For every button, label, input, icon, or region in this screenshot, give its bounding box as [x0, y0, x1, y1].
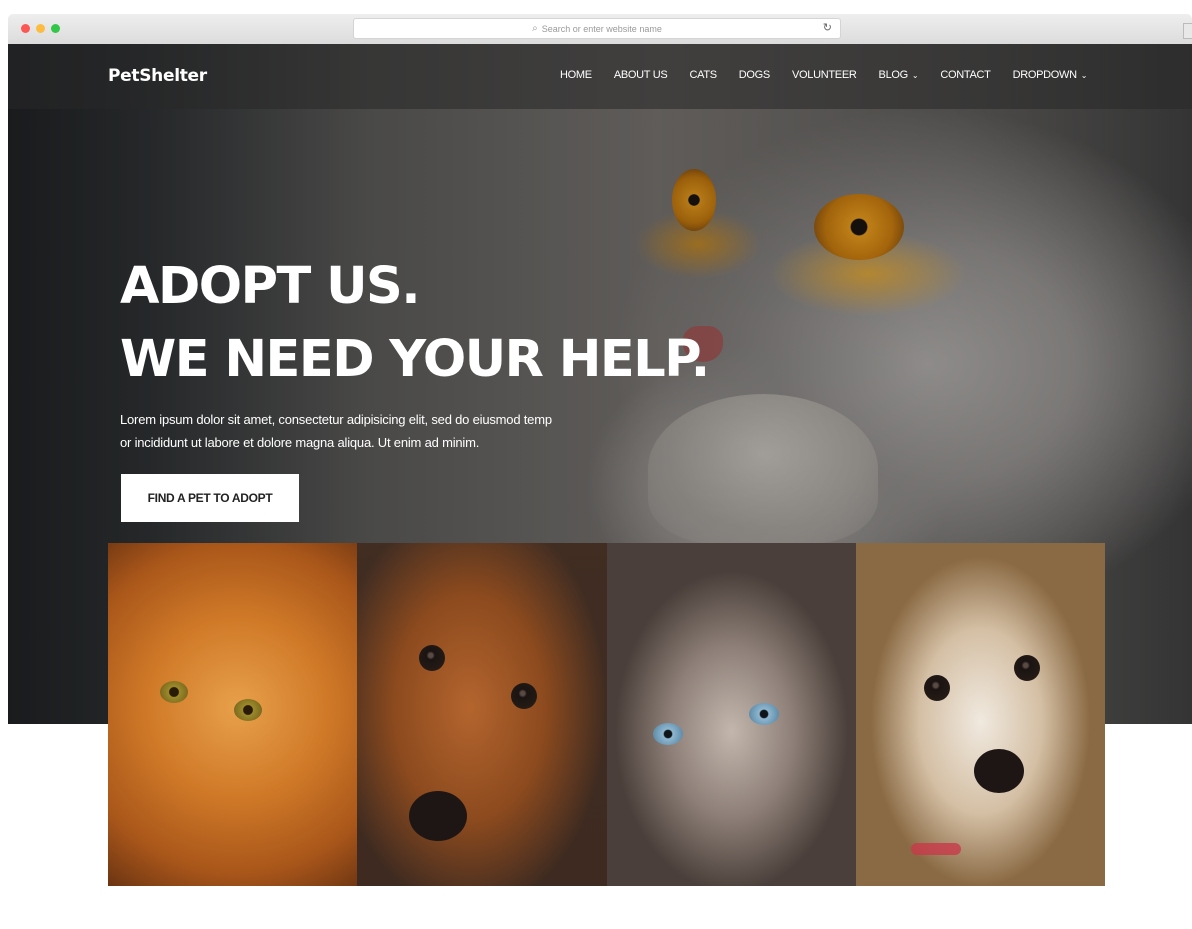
- hero-title-line-1: ADOPT US.: [120, 257, 421, 316]
- nav-contact-label: CONTACT: [940, 69, 991, 81]
- chevron-down-icon: ⌄: [1080, 71, 1088, 80]
- search-icon: ⌕: [532, 23, 538, 34]
- pet-eye: [652, 723, 683, 745]
- hero-title: ADOPT US. WE NEED YOUR HELP.: [120, 250, 710, 396]
- maximize-window-button[interactable]: [51, 24, 60, 33]
- sidebar-toggle[interactable]: [1183, 23, 1192, 39]
- site-logo[interactable]: PetShelter: [108, 66, 207, 86]
- nav-home[interactable]: HOME: [560, 69, 592, 81]
- address-bar-placeholder: Search or enter website name: [541, 23, 662, 34]
- hero-description: Lorem ipsum dolor sit amet, consectetur …: [120, 408, 620, 454]
- orange-cat-photo[interactable]: [108, 543, 358, 886]
- pet-gallery: [108, 543, 1105, 886]
- nav-cats-label: CATS: [689, 69, 717, 81]
- pet-eye: [923, 675, 950, 701]
- pet-eye: [160, 681, 188, 703]
- site-navbar: PetShelter HOME ABOUT US CATS DOGS VOLUN…: [8, 44, 1192, 109]
- chevron-down-icon: ⌄: [911, 71, 919, 80]
- nav-volunteer[interactable]: VOLUNTEER: [792, 69, 857, 81]
- shih-tzu-puppy-photo[interactable]: [855, 543, 1105, 886]
- browser-toolbar: ⌕ Search or enter website name ↻: [8, 14, 1192, 45]
- nav-blog[interactable]: BLOG ⌄: [879, 69, 919, 81]
- pet-eye: [419, 645, 446, 671]
- persian-cat-photo[interactable]: [606, 543, 856, 886]
- pet-nose: [409, 791, 468, 841]
- close-window-button[interactable]: [21, 24, 30, 33]
- nav-home-label: HOME: [560, 69, 592, 81]
- nav-contact[interactable]: CONTACT: [940, 69, 991, 81]
- nav-cats[interactable]: CATS: [689, 69, 717, 81]
- dachshund-photo[interactable]: [357, 543, 607, 886]
- nav-about-us[interactable]: ABOUT US: [614, 69, 668, 81]
- nav-dropdown-label: DROPDOWN: [1012, 69, 1078, 81]
- nav-dogs-label: DOGS: [738, 69, 771, 81]
- pet-nose: [973, 749, 1024, 793]
- nav-blog-label: BLOG: [878, 69, 909, 81]
- hero-description-line-2: or incididunt ut labore et dolore magna …: [120, 435, 480, 450]
- nav-dogs[interactable]: DOGS: [738, 69, 771, 81]
- address-bar[interactable]: ⌕ Search or enter website name ↻: [353, 18, 841, 39]
- nav-volunteer-label: VOLUNTEER: [791, 69, 857, 81]
- minimize-window-button[interactable]: [36, 24, 45, 33]
- nav-dropdown[interactable]: DROPDOWN ⌄: [1013, 69, 1088, 81]
- pet-collar: [910, 843, 961, 855]
- pet-eye: [1013, 655, 1040, 681]
- pet-eye: [748, 703, 779, 725]
- pet-eye: [511, 683, 538, 709]
- pet-eye: [234, 699, 262, 721]
- reload-icon[interactable]: ↻: [823, 21, 832, 34]
- find-pet-button[interactable]: FIND A PET TO ADOPT: [121, 474, 299, 522]
- hero-description-line-1: Lorem ipsum dolor sit amet, consectetur …: [120, 412, 552, 427]
- main-nav: HOME ABOUT US CATS DOGS VOLUNTEER BLOG ⌄ …: [560, 69, 1109, 81]
- hero-title-line-2: WE NEED YOUR HELP.: [120, 330, 710, 389]
- nav-about-us-label: ABOUT US: [613, 69, 668, 81]
